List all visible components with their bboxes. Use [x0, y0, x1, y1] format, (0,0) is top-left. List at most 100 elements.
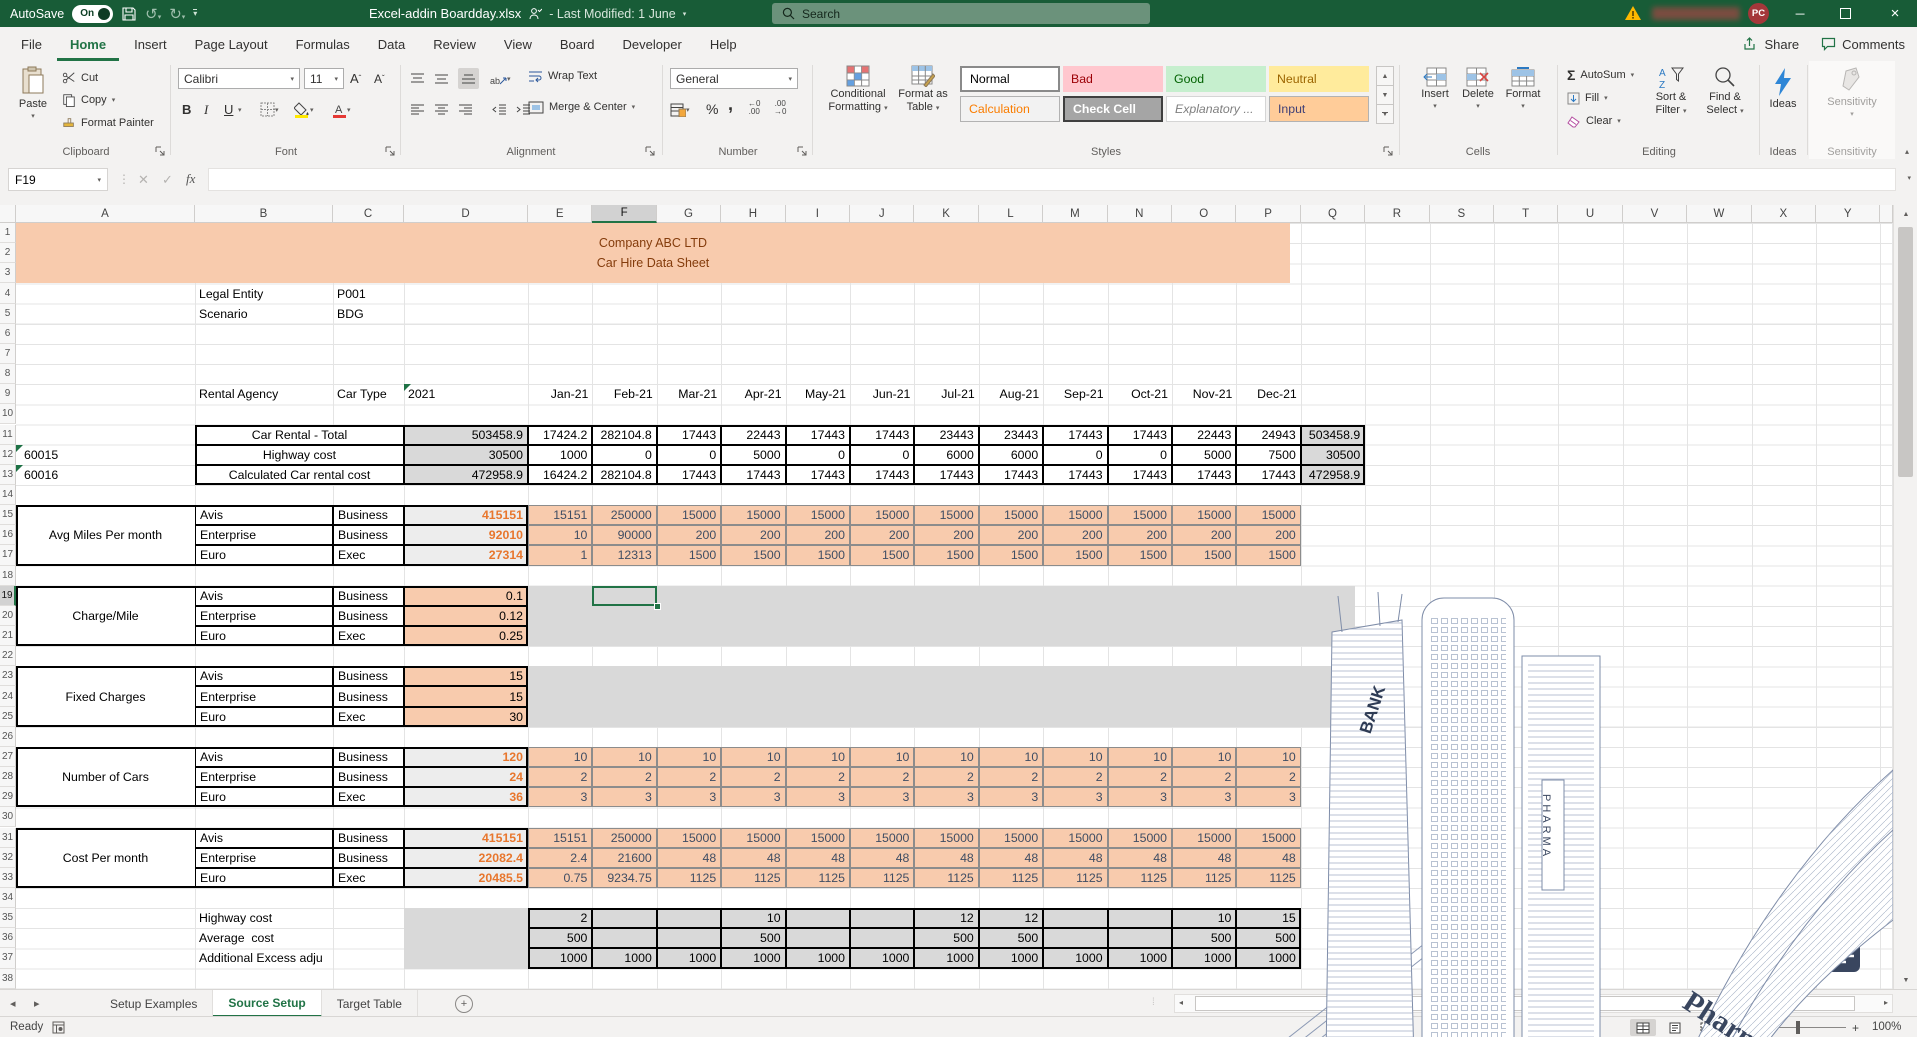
cell-B16[interactable]: Enterprise [195, 525, 333, 545]
cell-K33[interactable]: 1125 [914, 868, 978, 888]
tab-data[interactable]: Data [365, 27, 418, 61]
align-middle-button[interactable] [434, 68, 449, 89]
cell-H31[interactable]: 15000 [721, 828, 785, 848]
cell-C20[interactable]: Business [333, 606, 404, 626]
cell-O13[interactable]: 17443 [1172, 465, 1236, 485]
cell-G16[interactable]: 200 [657, 525, 721, 545]
comments-button[interactable]: Comments [1821, 37, 1905, 52]
horizontal-scrollbar[interactable]: ◂ ▸ [1174, 994, 1893, 1013]
cell-B31[interactable]: Avis [195, 828, 333, 848]
cell-I33[interactable]: 1125 [786, 868, 850, 888]
cell-C23[interactable]: Business [333, 666, 404, 686]
cell-style-normal[interactable]: Normal [960, 66, 1060, 92]
cell-D12[interactable]: 30500 [404, 445, 528, 465]
cell-Q13[interactable]: 472958.9 [1301, 465, 1365, 485]
cell-L13[interactable]: 17443 [979, 465, 1043, 485]
cell-L12[interactable]: 6000 [979, 445, 1043, 465]
cell-N31[interactable]: 15000 [1108, 828, 1172, 848]
page-layout-view-button[interactable] [1662, 1019, 1688, 1036]
cell-K32[interactable]: 48 [914, 848, 978, 868]
undo-icon[interactable]: ↺▾ [145, 5, 161, 23]
cell-M9[interactable]: Sep-21 [1043, 384, 1107, 404]
styles-scroll-down[interactable]: ▼ [1376, 85, 1394, 105]
minimize-button[interactable]: ─ [1783, 0, 1817, 27]
cell-J11[interactable]: 17443 [850, 425, 914, 445]
row-header-13[interactable]: 13 [0, 465, 16, 485]
cell-N28[interactable]: 2 [1108, 767, 1172, 787]
row-header-8[interactable]: 8 [0, 364, 16, 384]
comma-style-button[interactable]: , [728, 94, 733, 115]
cell-D27[interactable]: 120 [404, 747, 528, 767]
cell-I12[interactable]: 0 [786, 445, 850, 465]
cell-C4[interactable]: P001 [333, 283, 423, 303]
cell-L31[interactable]: 15000 [979, 828, 1043, 848]
column-header-M[interactable]: M [1043, 205, 1107, 223]
cell-B28[interactable]: Enterprise [195, 767, 333, 787]
cell-I16[interactable]: 200 [786, 525, 850, 545]
row-header-36[interactable]: 36 [0, 928, 16, 948]
cell-P12[interactable]: 7500 [1236, 445, 1300, 465]
cell-N11[interactable]: 17443 [1108, 425, 1172, 445]
row-header-16[interactable]: 16 [0, 525, 16, 545]
orientation-button[interactable]: ab▾ [490, 68, 511, 89]
row-header-31[interactable]: 31 [0, 828, 16, 848]
fill-handle[interactable] [654, 603, 661, 610]
section-label-number-of-cars[interactable]: Number of Cars [16, 747, 195, 807]
row-header-28[interactable]: 28 [0, 767, 16, 787]
cell-P11[interactable]: 24943 [1236, 425, 1300, 445]
cell-B15[interactable]: Avis [195, 505, 333, 525]
column-header-G[interactable]: G [657, 205, 721, 223]
percent-button[interactable]: % [706, 98, 718, 119]
cell-F16[interactable]: 90000 [592, 525, 656, 545]
cell-M16[interactable]: 200 [1043, 525, 1107, 545]
cell-F17[interactable]: 12313 [592, 545, 656, 565]
cell-Q12[interactable]: 30500 [1301, 445, 1365, 465]
scroll-down-icon[interactable]: ▼ [1894, 971, 1917, 989]
format-cells-button[interactable]: Format▾ [1501, 67, 1545, 113]
cell-A12[interactable]: 60015 [20, 445, 140, 465]
cell-L11[interactable]: 23443 [979, 425, 1043, 445]
row-header-35[interactable]: 35 [0, 908, 16, 928]
cell-E31[interactable]: 15151 [528, 828, 592, 848]
cell-G28[interactable]: 2 [657, 767, 721, 787]
cell-E32[interactable]: 2.4 [528, 848, 592, 868]
cell-G17[interactable]: 1500 [657, 545, 721, 565]
cell-style-bad[interactable]: Bad [1063, 66, 1163, 92]
cell-I32[interactable]: 48 [786, 848, 850, 868]
cell-A13[interactable]: 60016 [20, 465, 140, 485]
cell-P13[interactable]: 17443 [1236, 465, 1300, 485]
row-header-30[interactable]: 30 [0, 807, 16, 827]
cell-C5[interactable]: BDG [333, 304, 423, 324]
decrease-decimal-button[interactable]: .00→0 [774, 97, 786, 118]
cell-E13[interactable]: 16424.2 [528, 465, 592, 485]
fill-color-button[interactable]: ▾ [294, 99, 314, 120]
cell-F15[interactable]: 250000 [592, 505, 656, 525]
cell-E27[interactable]: 10 [528, 747, 592, 767]
sheet-nav-prev-icon[interactable]: ◂ [10, 990, 16, 1017]
number-format-select[interactable]: General▾ [670, 68, 798, 89]
cell-B32[interactable]: Enterprise [195, 848, 333, 868]
format-as-table-button[interactable]: Format as Table ▾ [894, 65, 952, 115]
cell-D16[interactable]: 92010 [404, 525, 528, 545]
cell-E37[interactable]: 1000 [528, 948, 592, 968]
tab-review[interactable]: Review [420, 27, 489, 61]
cell-C15[interactable]: Business [333, 505, 404, 525]
customize-toolbar-icon[interactable]: ▾ [193, 9, 197, 18]
cell-P15[interactable]: 15000 [1236, 505, 1300, 525]
cell-J15[interactable]: 15000 [850, 505, 914, 525]
row-header-29[interactable]: 29 [0, 787, 16, 807]
select-all-corner[interactable] [0, 205, 16, 223]
cell-N9[interactable]: Oct-21 [1108, 384, 1172, 404]
cell-G32[interactable]: 48 [657, 848, 721, 868]
row-header-20[interactable]: 20 [0, 606, 16, 626]
format-painter-button[interactable]: Format Painter [62, 113, 154, 133]
accounting-format-button[interactable]: ▾ [670, 99, 690, 120]
cell-E16[interactable]: 10 [528, 525, 592, 545]
cell-O15[interactable]: 15000 [1172, 505, 1236, 525]
column-header-U[interactable]: U [1558, 205, 1622, 223]
cell-B37[interactable]: Additional Excess adju [195, 948, 395, 968]
column-header-S[interactable]: S [1430, 205, 1494, 223]
row-header-23[interactable]: 23 [0, 666, 16, 686]
sort-filter-button[interactable]: AZ Sort & Filter ▾ [1647, 66, 1695, 118]
column-header-T[interactable]: T [1494, 205, 1558, 223]
